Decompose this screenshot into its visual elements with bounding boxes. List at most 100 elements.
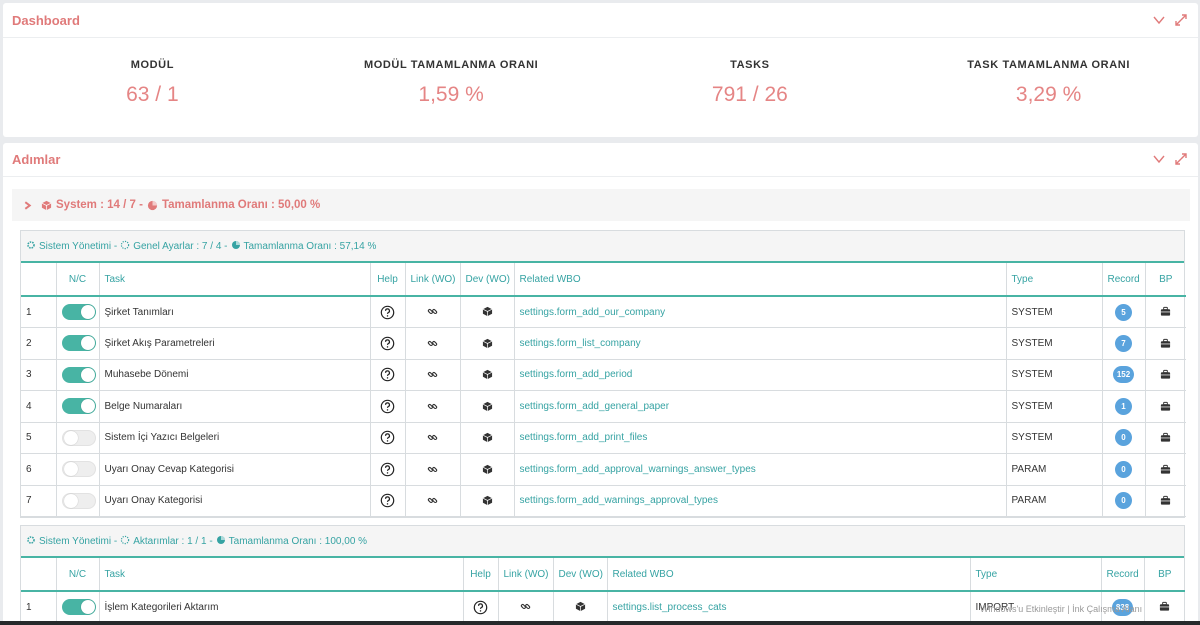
cube-icon[interactable] [482,338,493,349]
nc-toggle[interactable] [61,492,96,509]
task-group-genel-ayarlar: Sistem Yönetimi - Genel Ayarlar : 7 / 4 … [20,230,1186,518]
dev-cell [460,359,515,391]
col-task[interactable]: Task [99,558,464,592]
nc-toggle[interactable] [61,304,96,320]
help-circle-icon[interactable] [380,399,395,414]
stat-tasks: TASKS 791 / 26 [601,59,900,107]
col-link[interactable]: Link (WO) [498,558,554,592]
steps-panel: Adımlar System : 14 / 7 - Tamamlanma Ora… [3,143,1198,625]
collapse-chevron-icon[interactable] [1152,13,1166,30]
help-circle-icon[interactable] [380,462,395,477]
record-count-badge[interactable]: 0 [1115,492,1132,510]
briefcase-icon[interactable] [1160,495,1171,506]
col-wbo[interactable]: Related WBO [607,558,971,592]
record-count-badge[interactable]: 1 [1115,397,1132,415]
stat-value: 63 / 1 [126,83,179,106]
col-record[interactable]: Record [1101,558,1145,592]
cube-icon[interactable] [482,432,493,443]
related-wbo-link[interactable]: settings.form_add_general_paper [514,390,1007,423]
toggle-knob [63,493,78,508]
briefcase-icon[interactable] [1160,464,1171,475]
col-type[interactable]: Type [970,558,1102,592]
help-circle-icon[interactable] [473,600,488,614]
record-count-badge[interactable]: 152 [1112,366,1135,384]
toggle-knob [80,305,95,319]
related-wbo-link[interactable]: settings.form_add_print_files [514,422,1007,454]
related-wbo-link[interactable]: settings.form_list_company [514,327,1007,360]
table-row: 6 Uyarı Onay Cevap Kategorisi settings.for… [21,453,1186,486]
col-nc[interactable]: N/C [56,558,100,592]
cube-icon [41,200,52,211]
cube-icon[interactable] [482,464,493,475]
col-dev[interactable]: Dev (WO) [460,263,515,297]
bp-cell [1145,422,1186,454]
briefcase-icon[interactable] [1159,602,1170,613]
expand-icon[interactable] [1174,152,1188,169]
related-wbo-link[interactable]: settings.form_add_period [514,359,1007,391]
related-wbo-link[interactable]: settings.form_add_our_company [514,296,1007,328]
briefcase-icon[interactable] [1160,432,1171,443]
nc-toggle[interactable] [61,599,96,615]
record-count-badge[interactable]: 0 [1115,429,1132,447]
help-circle-icon[interactable] [380,493,395,508]
cube-icon[interactable] [482,401,493,412]
briefcase-icon[interactable] [1160,307,1171,318]
link-icon[interactable] [427,307,438,318]
record-count-badge[interactable]: 5 [1115,303,1132,321]
col-wbo[interactable]: Related WBO [514,263,1007,297]
link-icon[interactable] [427,369,438,380]
chevron-right-icon[interactable] [22,200,33,211]
briefcase-icon[interactable] [1160,369,1171,380]
cube-icon[interactable] [575,602,586,613]
link-icon[interactable] [427,495,438,506]
system-summary-bar[interactable]: System : 14 / 7 - Tamamlanma Oranı : 50,… [12,189,1190,221]
help-circle-icon[interactable] [380,305,395,319]
nc-toggle[interactable] [61,429,96,446]
col-dev[interactable]: Dev (WO) [553,558,608,592]
record-cell: 0 [1102,422,1146,454]
cube-icon[interactable] [482,495,493,506]
col-type[interactable]: Type [1006,263,1103,297]
record-count-badge[interactable]: 0 [1115,460,1132,478]
task-name: Şirket Akış Parametreleri [99,327,371,360]
collapse-chevron-icon[interactable] [1152,152,1166,169]
col-record[interactable]: Record [1102,263,1146,297]
task-type: PARAM [1006,453,1103,486]
col-help[interactable]: Help [370,263,406,297]
link-icon[interactable] [427,432,438,443]
briefcase-icon[interactable] [1160,401,1171,412]
nc-toggle[interactable] [61,335,96,352]
col-link[interactable]: Link (WO) [405,263,461,297]
link-icon[interactable] [427,401,438,412]
record-count-badge[interactable]: 7 [1115,334,1132,352]
task-name: Uyarı Onay Kategorisi [99,485,371,517]
briefcase-icon[interactable] [1160,338,1171,349]
link-icon[interactable] [520,602,531,613]
table-row: 7 Uyarı Onay Kategorisi settings.form_add_… [21,485,1186,517]
expand-icon[interactable] [1174,13,1188,30]
related-wbo-link[interactable]: settings.form_add_warnings_approval_type… [514,485,1007,517]
col-help[interactable]: Help [463,558,499,592]
col-bp[interactable]: BP [1144,558,1185,592]
col-task[interactable]: Task [99,263,371,297]
help-circle-icon[interactable] [380,367,395,382]
table-header-row: N/C Task Help Link (WO) Dev (WO) Related… [21,558,1185,592]
related-wbo-link[interactable]: settings.form_add_approval_warnings_answ… [514,453,1007,486]
col-nc[interactable]: N/C [56,263,100,297]
help-circle-icon[interactable] [380,336,395,351]
nc-toggle[interactable] [61,398,96,415]
related-wbo-link[interactable]: settings.list_process_cats [607,591,971,623]
col-bp[interactable]: BP [1145,263,1186,297]
link-icon[interactable] [427,338,438,349]
pie-chart-icon [147,200,158,211]
task-type: SYSTEM [1006,390,1103,423]
link-icon[interactable] [427,464,438,475]
nc-toggle-cell [56,359,100,391]
nc-toggle[interactable] [61,461,96,478]
cube-icon[interactable] [482,307,493,318]
cube-icon[interactable] [482,369,493,380]
pie-chart-icon [231,240,241,253]
help-circle-icon[interactable] [380,430,395,445]
nc-toggle[interactable] [61,366,96,383]
help-cell [370,485,406,517]
